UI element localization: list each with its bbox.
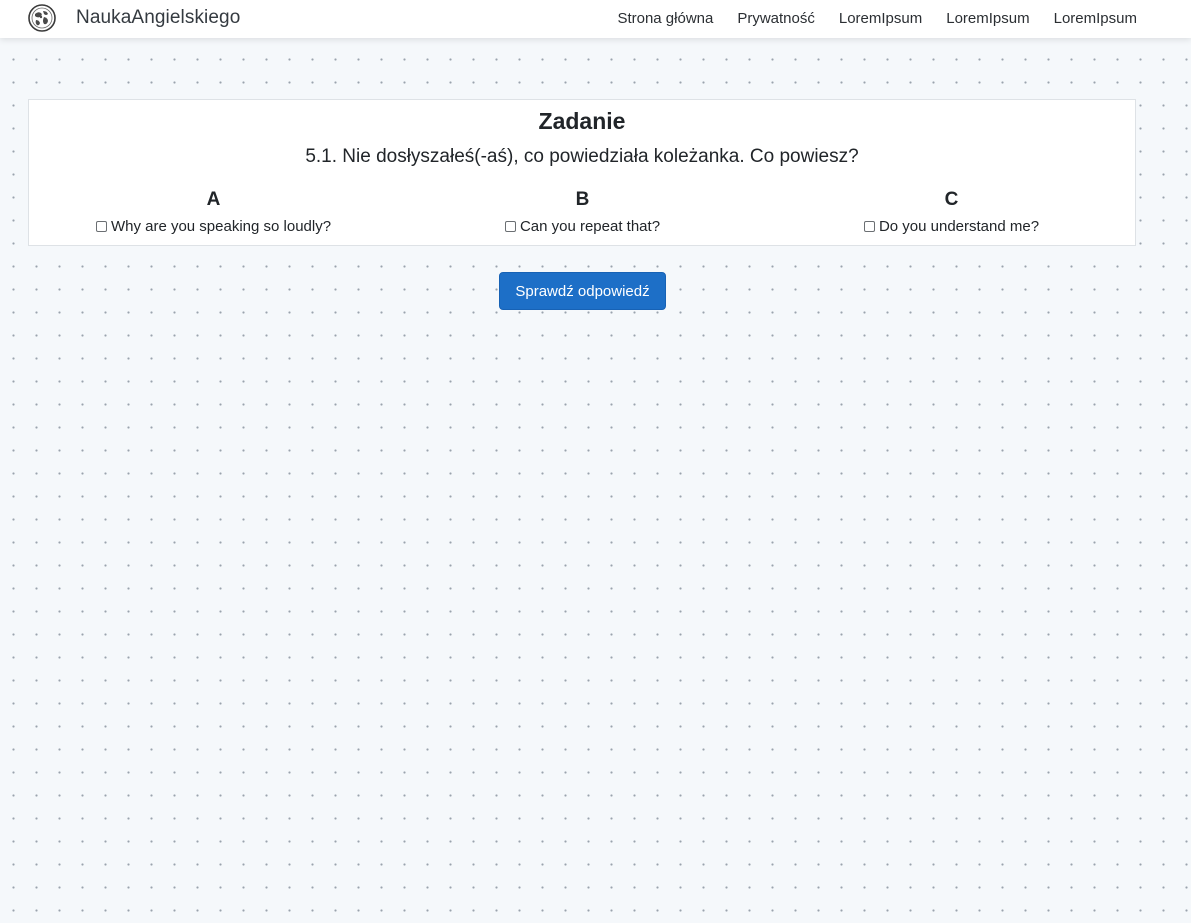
nav-link-loremipsum-2[interactable]: LoremIpsum: [946, 10, 1029, 27]
option-c-letter: C: [944, 189, 959, 210]
option-b-choice[interactable]: Can you repeat that?: [398, 218, 767, 235]
option-a-text: Why are you speaking so loudly?: [110, 218, 332, 235]
task-title: Zadanie: [538, 108, 626, 134]
brand-link[interactable]: NaukaAngielskiego: [28, 4, 240, 32]
top-navbar: NaukaAngielskiego Strona główna Prywatno…: [0, 0, 1191, 38]
option-a-choice[interactable]: Why are you speaking so loudly?: [29, 218, 398, 235]
option-a: A Why are you speaking so loudly?: [29, 188, 398, 235]
nav-link-privacy[interactable]: Prywatność: [737, 10, 815, 27]
option-c: C Do you understand me?: [767, 188, 1136, 235]
main-nav: Strona główna Prywatność LoremIpsum Lore…: [593, 0, 1137, 36]
task-question: 5.1. Nie dosłyszałeś(-aś), co powiedział…: [305, 146, 859, 167]
option-c-choice[interactable]: Do you understand me?: [767, 218, 1136, 235]
option-b-text: Can you repeat that?: [519, 218, 661, 235]
task-card: Zadanie 5.1. Nie dosłyszałeś(-aś), co po…: [28, 99, 1136, 246]
option-c-checkbox[interactable]: [863, 221, 875, 232]
nav-link-loremipsum-1[interactable]: LoremIpsum: [839, 10, 922, 27]
nav-link-home[interactable]: Strona główna: [617, 10, 713, 27]
option-a-checkbox[interactable]: [95, 221, 107, 232]
option-b: B Can you repeat that?: [398, 188, 767, 235]
globe-logo-icon: [28, 4, 56, 32]
brand-name: NaukaAngielskiego: [76, 7, 241, 28]
option-b-checkbox[interactable]: [504, 221, 516, 232]
nav-link-loremipsum-3[interactable]: LoremIpsum: [1054, 10, 1137, 27]
option-c-text: Do you understand me?: [878, 218, 1040, 235]
option-a-letter: A: [206, 189, 221, 210]
option-b-letter: B: [575, 189, 590, 210]
check-answer-button[interactable]: Sprawdź odpowiedź: [499, 272, 666, 310]
